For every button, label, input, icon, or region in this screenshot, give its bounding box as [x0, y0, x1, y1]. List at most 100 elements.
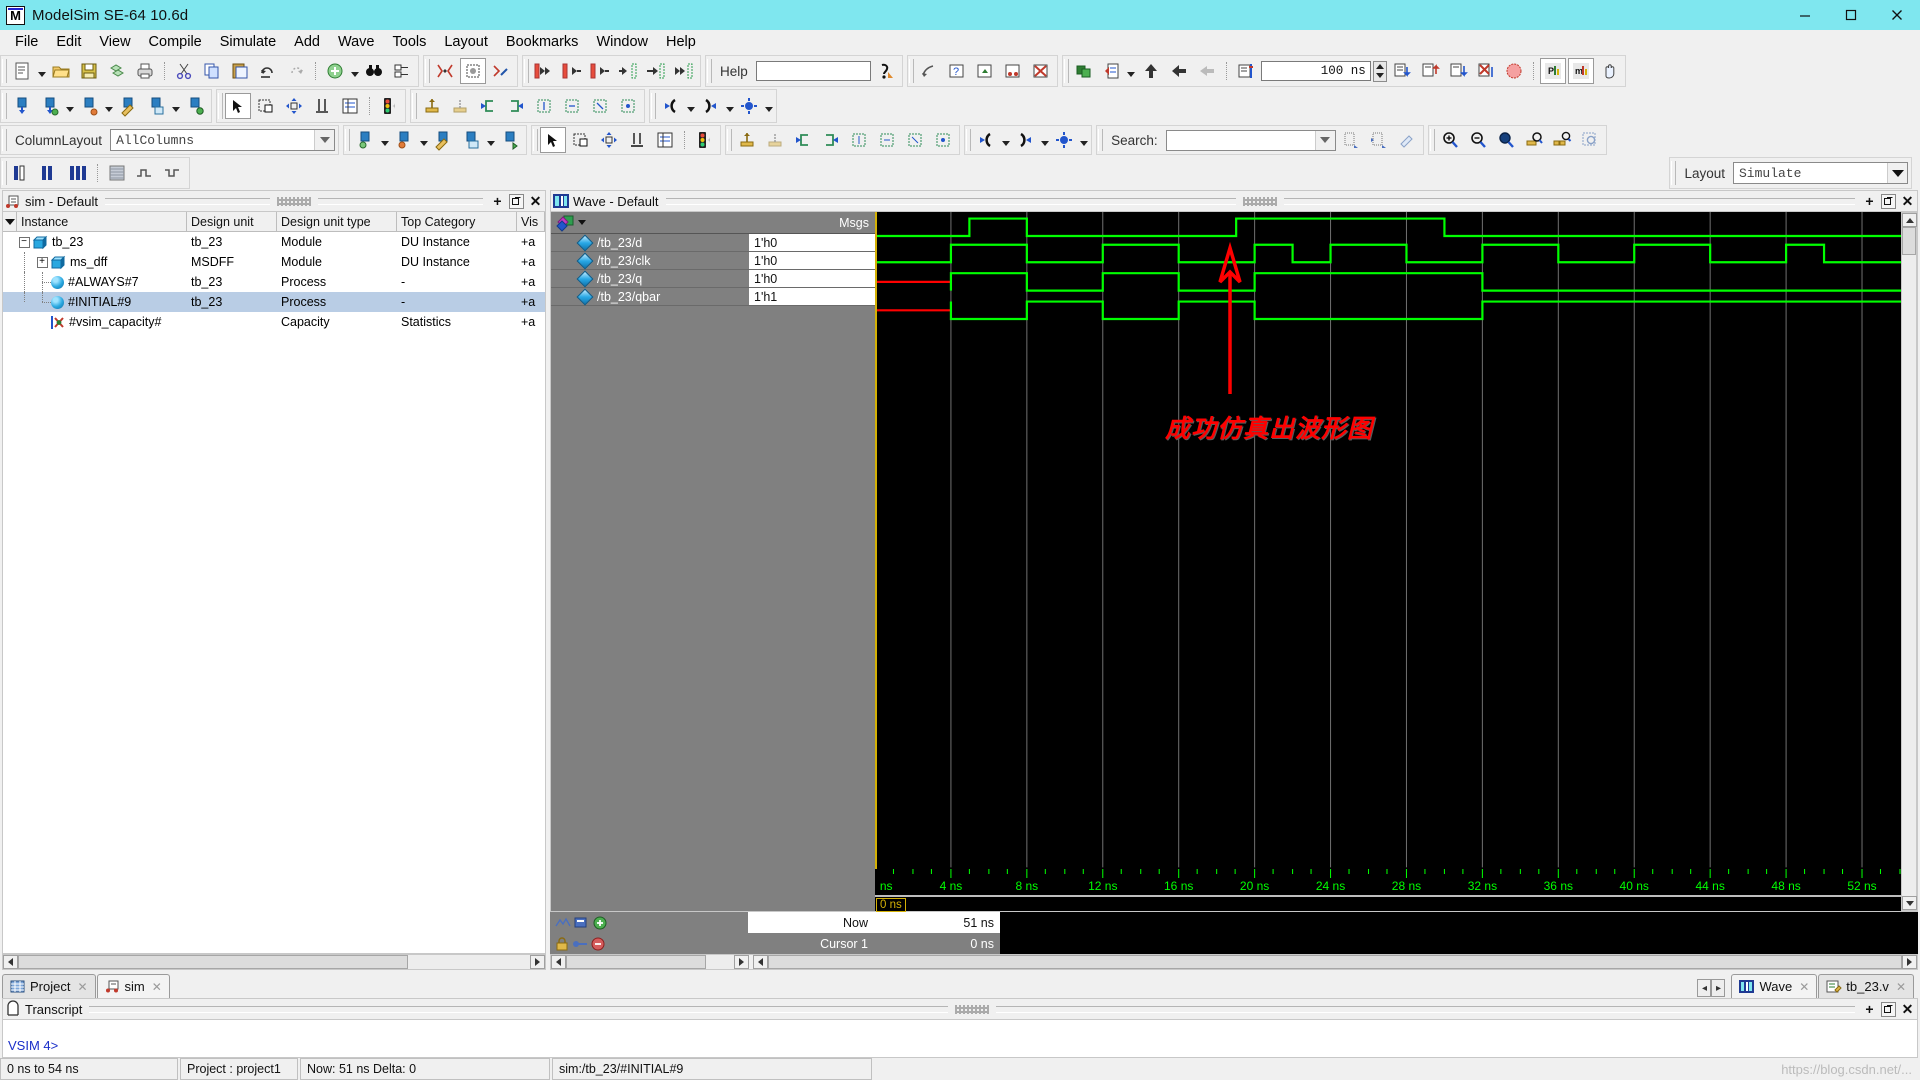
- compile-report-dropdown-icon-2[interactable]: [486, 127, 495, 153]
- stop-icon[interactable]: [1501, 58, 1527, 84]
- step-dropdown-icon[interactable]: [1127, 58, 1136, 84]
- time-ruler[interactable]: 0 ns: [875, 869, 1901, 911]
- insert-cursor-icon-2[interactable]: [734, 127, 760, 153]
- edit-mode-icon[interactable]: [337, 93, 363, 119]
- wave-compare2-icon[interactable]: [160, 160, 186, 186]
- scroll-left-icon-wave[interactable]: [753, 955, 768, 969]
- wave-panel-close-button[interactable]: ✕: [1900, 194, 1915, 209]
- break-icon[interactable]: [1028, 58, 1054, 84]
- find-icon[interactable]: [361, 58, 387, 84]
- compile-order-icon[interactable]: [115, 93, 141, 119]
- run-continue-icon[interactable]: [1445, 58, 1471, 84]
- next-cursor-icon[interactable]: [503, 93, 529, 119]
- cut-icon[interactable]: [171, 58, 197, 84]
- tab-close-icon[interactable]: ✕: [152, 980, 162, 994]
- table-row[interactable]: #ALWAYS#7 tb_23 Process - +a: [3, 272, 545, 292]
- select-mode-icon[interactable]: [225, 93, 251, 119]
- table-row[interactable]: + ms_dff MSDFF Module DU Instance +a: [3, 252, 545, 272]
- menu-simulate[interactable]: Simulate: [211, 32, 285, 52]
- menu-window[interactable]: Window: [587, 32, 657, 52]
- redo-icon[interactable]: [283, 58, 309, 84]
- delete-cursor-icon[interactable]: [447, 93, 473, 119]
- zoom-last-icon[interactable]: [1577, 127, 1603, 153]
- columnlayout-select[interactable]: AllColumns: [110, 129, 335, 151]
- tab-sim[interactable]: sim ✕: [97, 974, 170, 998]
- step-icon[interactable]: [1071, 58, 1097, 84]
- chevron-down-icon[interactable]: [314, 130, 334, 150]
- scroll-down-icon[interactable]: [1902, 896, 1917, 910]
- scroll-right-icon-wave[interactable]: [1902, 955, 1917, 969]
- zoom-full-icon[interactable]: [1493, 127, 1519, 153]
- scroll-right-icon[interactable]: [734, 955, 749, 969]
- scroll-left-icon[interactable]: [551, 955, 566, 969]
- compile-all-icon-2[interactable]: [391, 127, 417, 153]
- new-file-dropdown-icon[interactable]: [37, 58, 46, 84]
- tab-source-file[interactable]: tb_23.v ✕: [1818, 974, 1914, 998]
- column-header-design-unit[interactable]: Design unit: [187, 212, 277, 231]
- wave-vscrollbar[interactable]: [1901, 212, 1917, 911]
- menu-file[interactable]: File: [6, 32, 47, 52]
- copy-icon[interactable]: [199, 58, 225, 84]
- runtime-input[interactable]: 100 ns: [1261, 61, 1371, 81]
- compile-icon-2[interactable]: [352, 127, 378, 153]
- edit-mode-icon-2[interactable]: [652, 127, 678, 153]
- collapse-tree-icon[interactable]: [389, 58, 415, 84]
- transcript-close-button[interactable]: ✕: [1900, 1002, 1915, 1017]
- pan-mode-icon[interactable]: [281, 93, 307, 119]
- restart-sim-icon[interactable]: [1233, 58, 1259, 84]
- zoom-range-icon[interactable]: [1549, 127, 1575, 153]
- step-into-icon[interactable]: [1194, 58, 1220, 84]
- run-all-icon[interactable]: [1000, 58, 1026, 84]
- layout-select[interactable]: Simulate: [1733, 162, 1908, 184]
- column-header-top-category[interactable]: Top Category: [397, 212, 517, 231]
- transcript-body[interactable]: VSIM 4>: [2, 1020, 1918, 1058]
- minimize-button[interactable]: [1782, 0, 1828, 30]
- sim-panel-grip[interactable]: [277, 197, 311, 206]
- compile-dropdown-icon[interactable]: [65, 93, 74, 119]
- tab-wave[interactable]: Wave ✕: [1731, 974, 1817, 998]
- wave-objects-dropdown-icon[interactable]: [577, 214, 587, 232]
- transcript-undock-button[interactable]: [1881, 1002, 1896, 1017]
- cursor-mode-icon-2[interactable]: [624, 127, 650, 153]
- compile-order-icon-2[interactable]: [430, 127, 456, 153]
- restart-icon[interactable]: [916, 58, 942, 84]
- sort-indicator-icon[interactable]: [3, 212, 17, 231]
- expand-left-dropdown-icon[interactable]: [686, 93, 695, 119]
- bookmark2-icon-2[interactable]: [874, 127, 900, 153]
- run-time-icon[interactable]: [1417, 58, 1443, 84]
- expander-icon[interactable]: +: [37, 257, 48, 268]
- bookmark2-icon[interactable]: [559, 93, 585, 119]
- expander-icon[interactable]: −: [19, 237, 30, 248]
- compile-all-icon[interactable]: [37, 93, 63, 119]
- expand-all-icon-2[interactable]: [1051, 127, 1077, 153]
- bookmark3-icon-2[interactable]: [902, 127, 928, 153]
- expand-all-dropdown-icon-2[interactable]: [1079, 127, 1088, 153]
- simulate-icon[interactable]: [182, 93, 208, 119]
- column-header-instance[interactable]: Instance: [17, 212, 187, 231]
- search-prev-icon[interactable]: [1338, 127, 1364, 153]
- prev-cursor-icon[interactable]: [475, 93, 501, 119]
- expand-right-icon[interactable]: [697, 93, 723, 119]
- break-sim-icon[interactable]: [1473, 58, 1499, 84]
- compile-report-icon[interactable]: [143, 93, 169, 119]
- expand-right-icon-2[interactable]: [1012, 127, 1038, 153]
- menu-bookmarks[interactable]: Bookmarks: [497, 32, 588, 52]
- find-next-transition-icon[interactable]: [671, 58, 697, 84]
- maximize-button[interactable]: [1828, 0, 1874, 30]
- zoom-mode-icon-2[interactable]: [568, 127, 594, 153]
- tab-close-icon[interactable]: ✕: [1896, 980, 1906, 994]
- add-icon[interactable]: [322, 58, 348, 84]
- compile-report-icon-2[interactable]: [458, 127, 484, 153]
- scroll-left-icon[interactable]: [3, 955, 18, 969]
- help-search-input[interactable]: [756, 61, 871, 81]
- wave-compare-icon[interactable]: [132, 160, 158, 186]
- print-icon[interactable]: [132, 58, 158, 84]
- wave-panel-undock-button[interactable]: [1881, 194, 1896, 209]
- waveform-canvas[interactable]: 成功仿真出波形图 0 ns: [875, 212, 1901, 911]
- find-next-rising-icon[interactable]: [615, 58, 641, 84]
- bookmark1-icon-2[interactable]: [846, 127, 872, 153]
- wave-hscrollbar[interactable]: [550, 954, 1918, 970]
- find-prev-rising-icon[interactable]: [587, 58, 613, 84]
- bookmark1-icon[interactable]: [531, 93, 557, 119]
- new-file-icon[interactable]: [9, 58, 35, 84]
